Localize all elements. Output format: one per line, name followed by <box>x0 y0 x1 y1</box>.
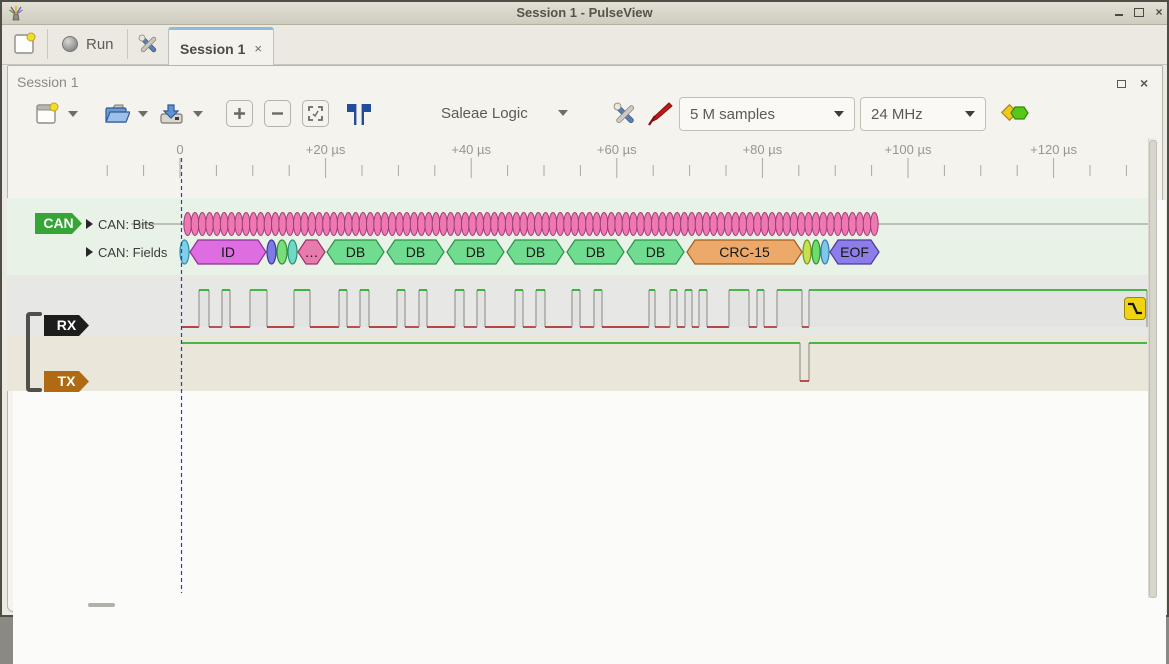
minus-icon <box>270 106 285 121</box>
zoom-fit-button[interactable] <box>302 100 329 127</box>
tx-row-background <box>7 336 1149 391</box>
vertical-scrollbar[interactable] <box>1148 138 1157 598</box>
trigger-marker[interactable] <box>1124 297 1146 320</box>
plus-icon <box>232 106 247 121</box>
configure-device-button[interactable] <box>611 100 639 133</box>
falling-edge-icon <box>1125 298 1145 319</box>
run-state-icon <box>62 36 78 52</box>
sample-count-combo[interactable]: 5 M samples <box>679 97 855 131</box>
ruler-label: 0 <box>176 142 183 157</box>
device-selector[interactable]: Saleae Logic <box>441 97 568 129</box>
zoom-in-button[interactable] <box>226 100 253 127</box>
horizontal-scrollbar-thumb[interactable] <box>88 603 115 607</box>
run-button[interactable]: Run <box>54 30 122 58</box>
expander-can-bits[interactable] <box>86 219 93 229</box>
decoder-row-background <box>7 198 1149 275</box>
tab-label: Session 1 <box>180 41 245 57</box>
save-dropdown-arrow[interactable] <box>193 111 203 117</box>
row-label-can-bits: CAN: Bits <box>98 217 154 232</box>
close-button[interactable]: × <box>1150 5 1168 20</box>
save-icon <box>158 101 185 127</box>
wrench-screwdriver-icon <box>136 32 161 57</box>
ruler-label: +20 µs <box>306 142 346 157</box>
device-name: Saleae Logic <box>441 105 528 122</box>
new-session-icon <box>12 31 38 57</box>
open-folder-icon <box>103 101 130 127</box>
window-title: Session 1 - PulseView <box>2 5 1167 20</box>
expander-can-fields[interactable] <box>86 247 93 257</box>
new-view-button[interactable] <box>34 97 78 131</box>
wrench-screwdriver-icon <box>611 100 639 128</box>
probe-icon <box>645 100 673 128</box>
ruler-label: +40 µs <box>451 142 491 157</box>
ruler-label: +60 µs <box>597 142 637 157</box>
channels-button[interactable] <box>645 100 673 133</box>
channel-group-bracket <box>24 311 44 393</box>
sample-rate-value: 24 MHz <box>871 106 923 123</box>
zoom-fit-icon <box>308 106 323 121</box>
new-view-icon <box>34 101 60 127</box>
dock-float-icon[interactable] <box>1117 77 1126 91</box>
dock-close-icon[interactable]: × <box>1140 75 1148 91</box>
sample-count-dropdown-arrow <box>834 111 844 117</box>
pulseview-window: Session 1 - PulseView × Run Session 1 <box>0 0 1169 617</box>
sample-rate-dropdown-arrow <box>965 111 975 117</box>
zoom-out-button[interactable] <box>264 100 291 127</box>
add-decoder-button[interactable] <box>1001 102 1031 129</box>
rx-row-background <box>7 275 1149 336</box>
title-bar[interactable]: Session 1 - PulseView × <box>2 2 1167 25</box>
main-toolbar: Run Session 1 × <box>2 25 1167 65</box>
settings-button[interactable] <box>136 32 161 62</box>
tab-session-1[interactable]: Session 1 × <box>168 27 274 67</box>
can-group-tag[interactable]: CAN <box>35 213 82 234</box>
new-view-dropdown-arrow[interactable] <box>68 111 78 117</box>
capture-toolbar: Saleae Logic 5 M samples <box>8 94 1162 136</box>
minimize-button[interactable] <box>1110 5 1128 20</box>
sample-rate-combo[interactable]: 24 MHz <box>860 97 986 131</box>
open-dropdown-arrow[interactable] <box>138 111 148 117</box>
dock-title: Session 1 <box>17 74 78 90</box>
ruler-label: +120 µs <box>1030 142 1077 157</box>
save-button[interactable] <box>158 97 203 131</box>
decoder-icon <box>1001 102 1031 124</box>
tab-close-icon[interactable]: × <box>254 41 262 56</box>
ruler-label: +100 µs <box>885 142 932 157</box>
maximize-button[interactable] <box>1130 5 1148 20</box>
toolbar-separator <box>47 29 48 59</box>
new-session-button[interactable] <box>12 31 38 57</box>
show-cursors-button[interactable] <box>345 102 373 131</box>
sample-count-value: 5 M samples <box>690 106 775 123</box>
toolbar-separator <box>127 29 128 59</box>
ruler-label: +80 µs <box>743 142 783 157</box>
row-label-can-fields: CAN: Fields <box>98 245 167 260</box>
run-button-label: Run <box>86 36 114 53</box>
cursors-flags-icon <box>345 102 373 126</box>
open-button[interactable] <box>103 97 148 131</box>
device-dropdown-arrow <box>558 110 568 116</box>
